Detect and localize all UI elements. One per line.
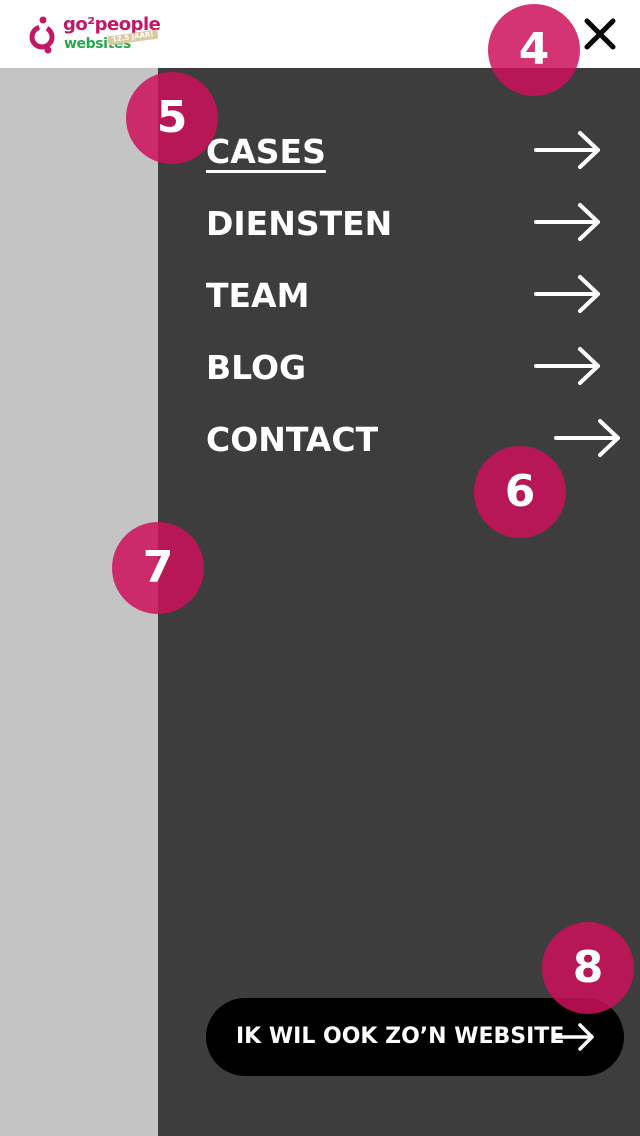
nav-item-label: CASES xyxy=(206,132,326,171)
nav-item-label: DIENSTEN xyxy=(206,204,393,243)
arrow-right-icon xyxy=(554,419,620,457)
annotation-marker-6: 6 xyxy=(474,446,566,538)
cta-website-button[interactable]: IK WIL OOK ZO’N WEBSITE xyxy=(206,998,624,1076)
nav-item-diensten[interactable]: DIENSTEN xyxy=(206,198,606,246)
annotation-marker-7: 7 xyxy=(112,522,204,614)
go2people-logo[interactable]: go²people websites 12.5 JAAR! xyxy=(28,14,164,56)
arrow-right-icon xyxy=(534,275,600,313)
annotation-marker-5: 5 xyxy=(126,72,218,164)
arrow-right-icon xyxy=(534,203,600,241)
nav-item-blog[interactable]: BLOG xyxy=(206,342,606,390)
close-icon xyxy=(584,18,616,50)
arrow-right-icon xyxy=(534,131,600,169)
arrow-right-icon xyxy=(534,347,600,385)
nav-item-label: CONTACT xyxy=(206,420,379,459)
nav-item-label: BLOG xyxy=(206,348,307,387)
nav-item-team[interactable]: TEAM xyxy=(206,270,606,318)
cta-label: IK WIL OOK ZO’N WEBSITE xyxy=(236,1024,565,1049)
arrow-right-icon xyxy=(554,1023,594,1051)
nav-item-label: TEAM xyxy=(206,276,310,315)
annotation-marker-8: 8 xyxy=(542,922,634,1014)
close-menu-button[interactable] xyxy=(580,14,620,54)
nav-item-contact[interactable]: CONTACT xyxy=(206,414,626,462)
nav-item-cases[interactable]: CASES xyxy=(206,126,606,174)
logo-mark-icon xyxy=(29,16,55,54)
annotation-marker-4: 4 xyxy=(488,4,580,96)
